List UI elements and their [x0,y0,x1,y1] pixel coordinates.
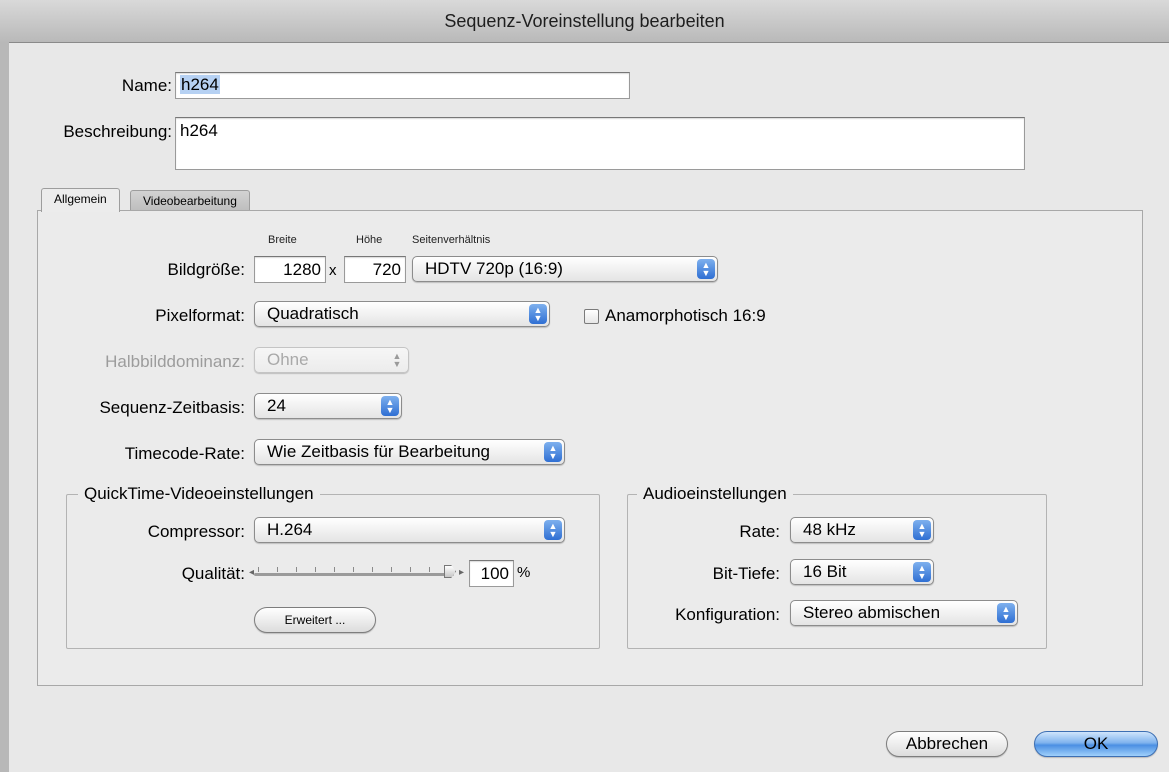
frame-height-value: 720 [372,260,401,279]
aspect-ratio-value: HDTV 720p (16:9) [425,259,563,278]
advanced-button-label: Erweitert ... [284,613,346,627]
timebase-label: Sequenz-Zeitbasis: [99,398,245,417]
quality-value-field[interactable]: 100 [469,560,514,587]
tab-editing-label: Videobearbeitung [143,194,237,208]
name-field[interactable]: h264 [175,72,630,99]
pixel-aspect-label: Pixelformat: [155,306,245,325]
quality-slider-track[interactable] [254,573,454,576]
compressor-label: Compressor: [147,522,245,541]
quality-value: 100 [480,564,509,583]
slider-tick [334,567,335,572]
anamorphic-label: Anamorphotisch 16:9 [605,306,766,325]
popup-arrows-icon: ▲ ▼ [697,259,715,279]
description-value: h264 [180,121,218,140]
field-dominance-value: Ohne [267,350,309,369]
timecode-rate-popup[interactable]: Wie Zeitbasis für Bearbeitung ▲ ▼ [254,439,565,465]
frame-width-value: 1280 [283,260,321,279]
description-field[interactable]: h264 [175,117,1025,170]
window-title: Sequenz-Voreinstellung bearbeiten [444,10,725,31]
ok-button[interactable]: OK [1034,731,1158,757]
audio-rate-popup[interactable]: 48 kHz ▲ ▼ [790,517,934,543]
compressor-value: H.264 [267,520,313,539]
popup-arrows-icon: ▲ ▼ [997,603,1015,623]
height-caption: Höhe [356,234,383,246]
slider-tick [258,567,259,572]
timebase-value: 24 [267,396,286,415]
quality-low-icon: ◂ [249,567,255,578]
configuration-popup[interactable]: Stereo abmischen ▲ ▼ [790,600,1018,626]
popup-arrows-icon: ▲ ▼ [392,351,402,369]
window-title-bar[interactable]: Sequenz-Voreinstellung bearbeiten [0,0,1169,43]
slider-tick [315,567,316,572]
bit-depth-value: 16 Bit [803,562,847,581]
pixel-aspect-value: Quadratisch [267,304,359,323]
aspect-ratio-popup[interactable]: HDTV 720p (16:9) ▲ ▼ [412,256,718,282]
slider-tick [353,567,354,572]
popup-arrows-icon: ▲ ▼ [381,396,399,416]
quality-unit: % [517,564,531,581]
audio-group-title: Audioeinstellungen [637,484,793,504]
width-caption: Breite [268,234,297,246]
quality-high-icon: ▸ [459,567,465,578]
anamorphic-checkbox[interactable] [584,309,599,324]
frame-width-field[interactable]: 1280 [254,256,326,283]
frame-height-field[interactable]: 720 [344,256,406,283]
field-dominance-label: Halbbilddominanz: [105,352,245,371]
pixel-aspect-popup[interactable]: Quadratisch ▲ ▼ [254,301,550,327]
slider-tick [277,567,278,572]
name-value: h264 [180,75,220,94]
audio-rate-value: 48 kHz [803,520,856,539]
ok-button-label: OK [1083,734,1109,753]
popup-arrows-icon: ▲ ▼ [544,520,562,540]
slider-tick [372,567,373,572]
slider-tick [429,567,430,572]
cancel-button[interactable]: Abbrechen [886,731,1008,757]
configuration-value: Stereo abmischen [803,603,941,622]
popup-arrows-icon: ▲ ▼ [529,304,547,324]
timecode-rate-value: Wie Zeitbasis für Bearbeitung [267,442,490,461]
slider-tick [410,567,411,572]
quicktime-group-title: QuickTime-Videoeinstellungen [78,484,320,504]
tab-general-label: Allgemein [54,192,107,206]
slider-tick [296,567,297,572]
slider-tick [391,567,392,572]
tab-general[interactable]: Allgemein [41,188,120,212]
aspect-caption: Seitenverhältnis [412,234,491,246]
configuration-label: Konfiguration: [675,605,780,624]
timecode-rate-label: Timecode-Rate: [124,444,245,463]
timebase-popup[interactable]: 24 ▲ ▼ [254,393,402,419]
popup-arrows-icon: ▲ ▼ [544,442,562,462]
name-label: Name: [121,76,172,95]
frame-size-separator: x [329,262,337,279]
compressor-popup[interactable]: H.264 ▲ ▼ [254,517,565,543]
frame-size-label: Bildgröße: [167,260,245,279]
tab-editing[interactable]: Videobearbeitung [130,190,250,212]
popup-arrows-icon: ▲ ▼ [913,562,931,582]
window-edge [0,42,9,772]
audio-rate-label: Rate: [739,522,780,541]
description-label: Beschreibung: [63,122,172,141]
bit-depth-popup[interactable]: 16 Bit ▲ ▼ [790,559,934,585]
cancel-button-label: Abbrechen [905,734,989,753]
popup-arrows-icon: ▲ ▼ [913,520,931,540]
bit-depth-label: Bit-Tiefe: [712,564,780,583]
advanced-button[interactable]: Erweitert ... [254,607,376,633]
quality-label: Qualität: [181,564,245,583]
field-dominance-popup: Ohne ▲ ▼ [254,347,409,373]
